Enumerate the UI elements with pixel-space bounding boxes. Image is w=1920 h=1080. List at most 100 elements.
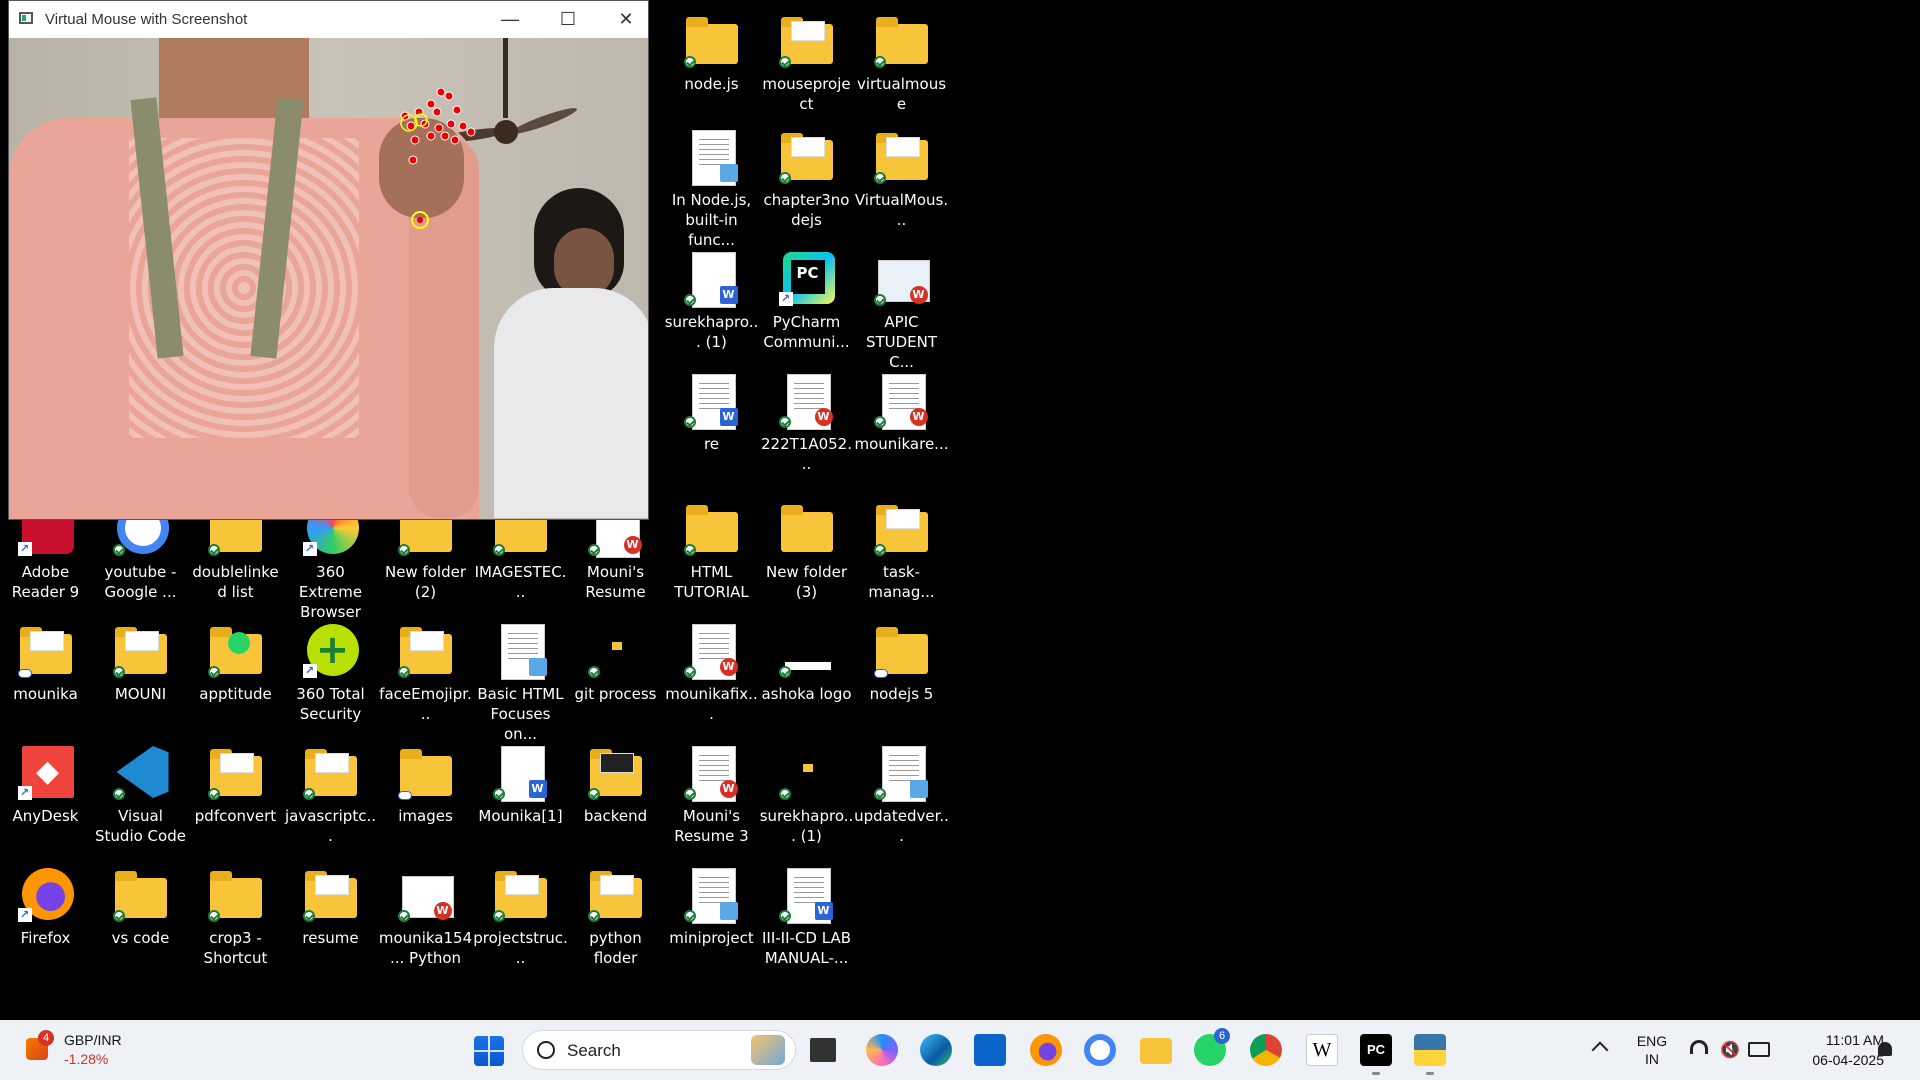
region-label: IN	[1645, 1051, 1659, 1067]
speaker-muted-icon[interactable]: 🔇	[1720, 1040, 1740, 1060]
chevron-up-icon[interactable]	[1591, 1041, 1609, 1059]
folder-icon	[778, 744, 835, 800]
virtual-mouse-window[interactable]: Virtual Mouse with Screenshot — ☐ ✕	[8, 0, 649, 520]
widgets-button[interactable]: 4 GBP/INR -1.28%	[18, 1028, 138, 1072]
desktop-icon-re[interactable]: W re	[664, 372, 759, 454]
search-box[interactable]: Search	[522, 1030, 796, 1070]
desktop-icon-mounika154-python[interactable]: W mounika154... Python	[378, 866, 473, 968]
desktop-icon-git-process[interactable]: git process	[568, 622, 663, 704]
desktop-icon-mounis-resume-3[interactable]: W Mouni's Resume 3	[664, 744, 759, 846]
icon-label: git process	[574, 685, 657, 703]
desktop-icon-surekhapro-folder[interactable]: surekhapro... (1)	[759, 744, 854, 846]
minimize-button[interactable]: —	[481, 1, 539, 38]
desktop-icon-vs-code-folder[interactable]: vs code	[93, 866, 188, 948]
clock[interactable]: 11:01 AM 06-04-2025	[1784, 1030, 1884, 1070]
desktop-icon-mouni[interactable]: MOUNI	[93, 622, 188, 704]
folder-icon	[587, 622, 644, 678]
search-placeholder: Search	[567, 1041, 621, 1060]
wikipedia-icon[interactable]: W	[1306, 1034, 1338, 1066]
desktop-icon-firefox[interactable]: ↗ Firefox	[0, 866, 93, 948]
hand-landmarks	[400, 88, 476, 229]
icon-label: re	[703, 435, 720, 453]
icon-label: 360 Extreme Browser	[298, 563, 363, 621]
desktop-icon-anydesk[interactable]: ◆ ↗ AnyDesk	[0, 744, 93, 826]
pycharm-taskbar-icon[interactable]: PC	[1360, 1034, 1392, 1066]
desktop-icon-backend[interactable]: backend	[568, 744, 663, 826]
desktop-icon-virtualmouse[interactable]: virtualmouse	[854, 12, 949, 114]
desktop-icon-miniproject[interactable]: miniproject	[664, 866, 759, 948]
windows-start-icon[interactable]	[474, 1036, 504, 1066]
desktop-icon-nodejs-5[interactable]: nodejs 5	[854, 622, 949, 704]
desktop-icon-mouseproject[interactable]: mouseproject	[759, 12, 854, 114]
desktop-icon-chapter3nodejs[interactable]: chapter3nodejs	[759, 128, 854, 230]
desktop-icon-visual-studio-code[interactable]: Visual Studio Code	[93, 744, 188, 846]
desktop-icon-ashoka-logo[interactable]: ashoka logo	[759, 622, 854, 704]
desktop-icon-mounika1[interactable]: W Mounika[1]	[473, 744, 568, 826]
desktop-icon-nodejs[interactable]: node.js	[664, 12, 759, 94]
desktop-icon-surekhapro[interactable]: W surekhapro... (1)	[664, 250, 759, 352]
word-document-icon: W	[683, 372, 740, 430]
icon-label: node.js	[684, 75, 739, 93]
icon-label: III-II-CD LAB MANUAL-...	[762, 929, 851, 967]
desktop-icon-apptitude[interactable]: apptitude	[188, 622, 283, 704]
whatsapp-badge: 6	[1214, 1028, 1230, 1044]
icon-label: apptitude	[199, 685, 272, 703]
outlook-icon[interactable]	[974, 1034, 1006, 1066]
desktop-icon-mounikafix[interactable]: W mounikafix...	[664, 622, 759, 724]
battery-icon[interactable]	[1748, 1042, 1770, 1057]
icon-label: HTML TUTORIAL	[674, 563, 749, 601]
google-taskbar-icon[interactable]	[1084, 1034, 1116, 1066]
notepad-icon	[493, 622, 549, 680]
edge-icon[interactable]	[920, 1034, 952, 1066]
copilot-icon[interactable]	[866, 1034, 898, 1066]
desktop-icon-faceemojipr[interactable]: faceEmojipr...	[378, 622, 473, 724]
desktop-icon-pdfconvert[interactable]: pdfconvert	[188, 744, 283, 826]
close-button[interactable]: ✕	[597, 1, 655, 38]
icon-label: task-manag...	[868, 563, 935, 601]
desktop-icon-apic-student[interactable]: W APIC STUDENT C...	[854, 250, 949, 372]
folder-icon	[302, 866, 359, 922]
desktop-icon-basic-html[interactable]: Basic HTML Focuses on...	[473, 622, 568, 744]
maximize-button[interactable]: ☐	[539, 1, 597, 38]
folder-icon	[683, 12, 740, 68]
desktop-icon-resume[interactable]: resume	[283, 866, 378, 948]
desktop-icon-javascriptc[interactable]: javascriptc...	[283, 744, 378, 846]
folder-icon	[112, 622, 169, 678]
desktop-icon-projectstruc[interactable]: projectstruc...	[473, 866, 568, 968]
python-window-icon[interactable]	[1414, 1034, 1446, 1066]
icon-label: mounika154... Python	[378, 929, 473, 967]
file-explorer-icon[interactable]	[1140, 1038, 1172, 1064]
desktop-icon-mounika[interactable]: mounika	[0, 622, 93, 704]
notification-bell-icon[interactable]	[1878, 1042, 1892, 1056]
desktop-icon-virtualmous[interactable]: VirtualMous...	[854, 128, 949, 230]
language-indicator[interactable]: ENG IN	[1634, 1032, 1670, 1068]
folder-icon	[779, 500, 835, 556]
desktop-icon-html-tutorial[interactable]: HTML TUTORIAL	[664, 500, 759, 602]
firefox-taskbar-icon[interactable]	[1030, 1034, 1062, 1066]
wifi-icon[interactable]	[1690, 1040, 1708, 1054]
icon-label: APIC STUDENT C...	[865, 313, 938, 371]
chrome-icon[interactable]	[1250, 1034, 1282, 1066]
desktop-icon-updatedver[interactable]: updatedver...	[854, 744, 949, 846]
desktop-icon-new-folder-3[interactable]: New folder (3)	[759, 500, 854, 602]
desktop-icon-crop3-shortcut[interactable]: crop3 - Shortcut	[188, 866, 283, 968]
task-view-icon[interactable]	[810, 1038, 836, 1062]
widget-change: -1.28%	[64, 1051, 109, 1067]
desktop-icon-task-manag[interactable]: task-manag...	[854, 500, 949, 602]
desktop-icon-360-total-security[interactable]: + ↗ 360 Total Security	[283, 622, 378, 724]
window-titlebar[interactable]: Virtual Mouse with Screenshot — ☐ ✕	[9, 1, 648, 38]
desktop-icon-lab-manual[interactable]: W III-II-CD LAB MANUAL-...	[759, 866, 854, 968]
desktop-icon-python-floder[interactable]: python floder	[568, 866, 663, 968]
icon-label: mouseproject	[762, 75, 851, 113]
security-360-icon: + ↗	[302, 622, 359, 678]
icon-label: doublelinked list	[192, 563, 279, 601]
notepad-icon	[683, 866, 740, 924]
taskbar: 4 GBP/INR -1.28% Search 6 W PC ENG IN 🔇 …	[0, 1020, 1920, 1080]
desktop-icon-pycharm[interactable]: PC ↗ PyCharm Communi...	[759, 250, 854, 352]
desktop-icon-222t1a052[interactable]: W 222T1A052...	[759, 372, 854, 474]
icon-label: ashoka logo	[761, 685, 852, 703]
word-document-icon: W	[778, 866, 835, 924]
desktop-icon-nodejs-notes[interactable]: In Node.js, built-in func...	[664, 128, 759, 250]
desktop-icon-images[interactable]: images	[378, 744, 473, 826]
desktop-icon-mounikare[interactable]: W mounikare...	[854, 372, 949, 454]
